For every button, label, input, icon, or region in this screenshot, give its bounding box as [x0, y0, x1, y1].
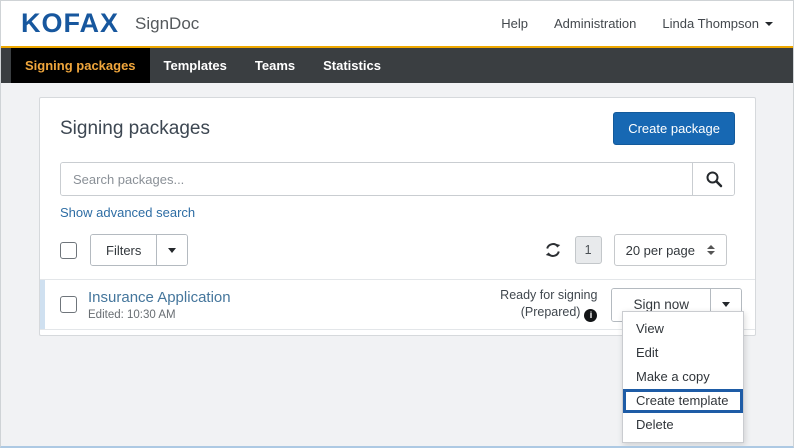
status-line-1: Ready for signing	[500, 287, 597, 304]
refresh-button[interactable]	[543, 240, 563, 260]
search-input[interactable]	[61, 163, 692, 195]
tab-statistics[interactable]: Statistics	[309, 48, 395, 83]
refresh-icon	[543, 240, 563, 260]
page-title: Signing packages	[60, 118, 210, 140]
package-title-link[interactable]: Insurance Application	[88, 289, 231, 306]
tab-teams[interactable]: Teams	[241, 48, 309, 83]
row-accent-bar	[40, 280, 45, 329]
package-info: Insurance Application Edited: 10:30 AM	[88, 289, 231, 321]
main-nav: Signing packages Templates Teams Statist…	[1, 48, 793, 83]
administration-link[interactable]: Administration	[554, 16, 636, 31]
status-line-2: (Prepared)i	[500, 304, 597, 322]
per-page-select[interactable]: 20 per page	[614, 234, 727, 266]
filters-dropdown-button[interactable]	[156, 235, 187, 265]
header-links: Help Administration Linda Thompson	[501, 16, 773, 31]
chevron-down-icon	[168, 248, 176, 253]
app-window: KOFAX SignDoc Help Administration Linda …	[0, 0, 794, 448]
content-area: Signing packages Create package Show adv…	[1, 83, 793, 336]
filters-button[interactable]: Filters	[91, 235, 156, 265]
menu-item-create-template[interactable]: Create template	[623, 389, 743, 413]
create-package-button[interactable]: Create package	[613, 112, 735, 145]
sort-arrows-icon	[707, 245, 715, 255]
per-page-value: 20 per page	[626, 243, 695, 258]
signing-packages-panel: Signing packages Create package Show adv…	[39, 97, 756, 336]
user-menu[interactable]: Linda Thompson	[662, 16, 773, 31]
help-link[interactable]: Help	[501, 16, 528, 31]
product-name: SignDoc	[135, 14, 199, 34]
info-icon[interactable]: i	[584, 309, 597, 322]
tab-templates[interactable]: Templates	[150, 48, 241, 83]
chevron-down-icon	[765, 22, 773, 26]
list-toolbar: Filters 1	[60, 234, 735, 266]
top-header: KOFAX SignDoc Help Administration Linda …	[1, 1, 793, 46]
row-checkbox[interactable]	[60, 296, 77, 313]
page-number-button[interactable]: 1	[575, 236, 602, 264]
filters-split-button: Filters	[90, 234, 188, 266]
chevron-down-icon	[722, 302, 730, 307]
package-status: Ready for signing (Prepared)i	[500, 287, 597, 322]
user-name: Linda Thompson	[662, 16, 759, 31]
pagination-controls: 1 20 per page	[543, 234, 735, 266]
menu-item-make-a-copy[interactable]: Make a copy	[623, 365, 743, 389]
package-edited-timestamp: Edited: 10:30 AM	[88, 309, 231, 321]
menu-item-edit[interactable]: Edit	[623, 341, 743, 365]
panel-header: Signing packages Create package	[40, 98, 755, 145]
advanced-search-link[interactable]: Show advanced search	[60, 205, 195, 220]
kofax-logo: KOFAX	[21, 8, 119, 39]
search-bar	[60, 162, 735, 196]
search-button[interactable]	[692, 163, 734, 195]
select-all-checkbox[interactable]	[60, 242, 77, 259]
search-icon	[705, 170, 723, 188]
tab-signing-packages[interactable]: Signing packages	[11, 48, 150, 83]
menu-item-delete[interactable]: Delete	[623, 413, 743, 437]
row-actions-menu: View Edit Make a copy Create template De…	[622, 311, 744, 443]
menu-item-view[interactable]: View	[623, 317, 743, 341]
